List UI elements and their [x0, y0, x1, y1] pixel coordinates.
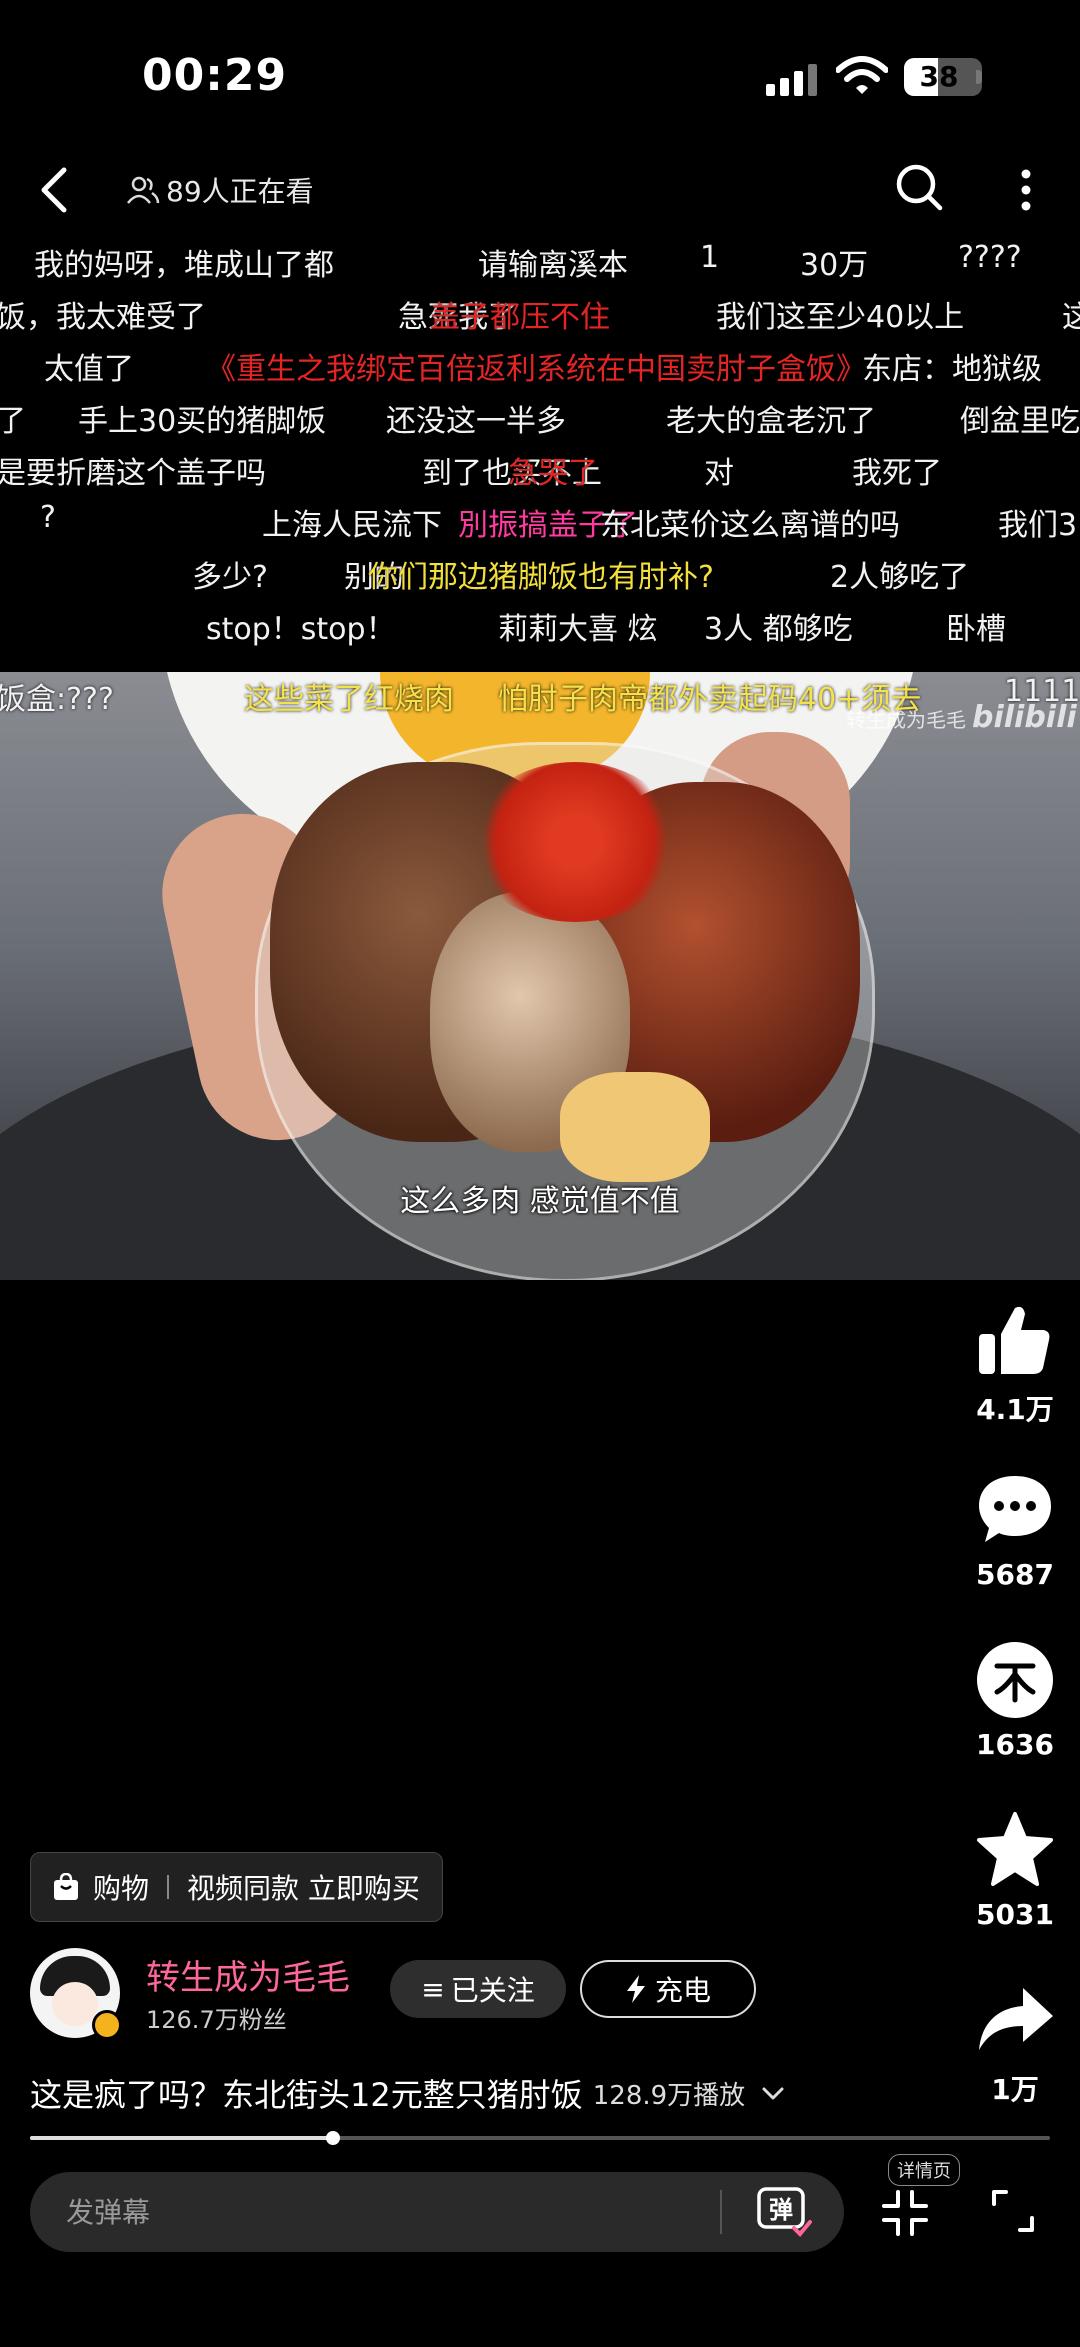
shopping-divider: [167, 1875, 170, 1899]
danmaku-comment: 盖子都压不住: [430, 300, 610, 335]
search-icon[interactable]: [892, 158, 948, 218]
progress-fill: [30, 2136, 333, 2140]
danmaku-comment: 是要折磨这个盖子吗: [0, 456, 266, 491]
shopping-tag[interactable]: 购物 视频同款 立即购买: [30, 1852, 443, 1922]
fullscreen-icon[interactable]: [990, 2188, 1036, 2234]
coin-button[interactable]: 1636: [960, 1640, 1070, 1761]
menu-lines-icon: ≡: [421, 1972, 445, 2006]
danmaku-comment: 2人够吃了: [830, 560, 970, 595]
play-count: 128.9万播放: [592, 2080, 746, 2111]
comment-count: 5687: [976, 1558, 1054, 1591]
battery-icon: 38: [904, 58, 982, 96]
people-icon: [127, 176, 160, 204]
comment-button[interactable]: 5687: [960, 1470, 1070, 1591]
uploader-fans: 126.7万粉丝: [146, 2006, 287, 2034]
svg-text:弹: 弹: [769, 2196, 793, 2224]
bilibili-logo: bilibili: [972, 700, 1077, 735]
share-arrow-icon: [979, 1988, 1053, 2050]
video-subtitle: 这么多肉 感觉值不值: [400, 1184, 680, 1219]
progress-handle[interactable]: [325, 2131, 340, 2145]
following-label: 已关注: [450, 1974, 535, 2007]
danmaku-comment: 请输离溪本: [478, 248, 628, 283]
video-title-row[interactable]: 这是疯了吗？东北街头12元整只猪肘饭 128.9万播放: [30, 2068, 1030, 2118]
danmaku-comment: 我们3: [998, 508, 1078, 543]
danmaku-comment: ????: [958, 240, 1022, 275]
danmaku-comment: 1: [700, 240, 720, 275]
danmaku-comment: ?: [40, 500, 56, 535]
danmaku-comment: 我的妈呀，堆成山了都: [34, 248, 334, 283]
like-button[interactable]: 4.1万: [960, 1300, 1070, 1428]
more-options-icon[interactable]: [1010, 160, 1042, 220]
danmaku-comment: 3人 都够吃: [704, 612, 853, 647]
danmaku-overlay: 我的妈呀，堆成山了都 请输离溪本 1 30万???? 饭，我太难受了 急死我了 盖子都压不住…: [0, 240, 1080, 670]
detail-page-badge[interactable]: 详情页: [888, 2154, 960, 2186]
battery-level: 38: [919, 60, 959, 93]
danmaku-comment: 急哭了: [508, 456, 598, 491]
charge-button[interactable]: 充电: [580, 1960, 756, 2018]
danmaku-comment: 东北菜价这么离谱的吗: [600, 508, 900, 543]
video-egg: [560, 1072, 710, 1182]
favorite-button[interactable]: 5031: [960, 1810, 1070, 1931]
status-time: 00:29: [142, 50, 288, 101]
danmaku-comment: 你们那边猪脚饭也有肘补?: [368, 560, 714, 595]
input-divider: [720, 2190, 722, 2234]
shopping-bag-icon: [54, 1873, 78, 1900]
danmaku-comment: 老大的盒老沉了: [666, 404, 876, 439]
danmaku-comment: 饭，我太难受了: [0, 300, 206, 335]
charge-label: 充电: [654, 1974, 711, 2007]
danmaku-comment: 太值了: [44, 352, 134, 387]
danmaku-comment: 还没这一半多: [386, 404, 566, 439]
minimize-icon[interactable]: [880, 2188, 930, 2238]
danmaku-toggle-icon[interactable]: 弹: [756, 2186, 812, 2238]
danmaku-comment: 对: [704, 456, 734, 491]
danmaku-comment: 卧槽: [946, 612, 1006, 647]
danmaku-comment: 手上30买的猪脚饭: [78, 404, 327, 439]
back-arrow-icon[interactable]: [30, 162, 80, 218]
video-chili-topping: [470, 762, 680, 922]
thumbs-up-icon: [979, 1306, 1050, 1374]
cellular-signal-icon: [766, 64, 817, 96]
uploader-name[interactable]: 转生成为毛毛: [146, 1950, 350, 1999]
danmaku-comment: 倒盆里吃: [960, 404, 1080, 439]
lightning-icon: [626, 1975, 645, 2003]
star-icon: [977, 1812, 1053, 1886]
status-bar: 00:29 38: [0, 0, 1080, 150]
top-nav: 89人正在看: [0, 150, 1080, 230]
coin-icon: [977, 1642, 1053, 1718]
danmaku-comment: 我死了: [852, 456, 942, 491]
favorite-count: 5031: [976, 1898, 1054, 1931]
danmaku-comment: 我们这至少40以上: [716, 300, 965, 335]
watermark-author: 转生成为毛毛: [846, 708, 966, 732]
verified-badge-icon: [92, 2010, 122, 2040]
shopping-cta: 视频同款 立即购买: [187, 1872, 420, 1905]
live-viewers: 89人正在看: [126, 168, 314, 212]
coin-count: 1636: [976, 1728, 1054, 1761]
wifi-icon: [836, 56, 888, 94]
shopping-label: 购物: [93, 1872, 150, 1905]
danmaku-comment: 《重生之我绑定百倍返利系统在中国卖肘子盒饭》: [206, 352, 866, 387]
uploader-row: 转生成为毛毛 126.7万粉丝 ≡ 已关注 充电: [30, 1942, 770, 2042]
danmaku-comment: 上海人民流下: [262, 508, 442, 543]
danmaku-comment: 了: [0, 404, 26, 439]
danmaku-comment: 东店：地狱级: [862, 352, 1042, 387]
danmaku-input[interactable]: [66, 2172, 706, 2252]
video-title: 这是疯了吗？东北街头12元整只猪肘饭: [30, 2076, 583, 2114]
video-danmaku-comment: 这些菜了红烧肉: [244, 682, 454, 717]
danmaku-comment: 多少?: [192, 560, 268, 595]
danmaku-comment: 莉莉大喜 炫: [498, 612, 658, 647]
danmaku-comment: 30万: [800, 248, 869, 283]
viewers-count: 89人正在看: [166, 175, 314, 208]
video-danmaku-comment: 饭盒:???: [0, 682, 114, 717]
danmaku-input-box: 弹: [30, 2172, 844, 2252]
like-count: 4.1万: [976, 1393, 1054, 1426]
video-watermark: 转生成为毛毛 bilibili: [846, 700, 1077, 735]
chevron-down-icon[interactable]: [759, 2079, 787, 2107]
progress-bar[interactable]: [30, 2131, 1050, 2145]
following-button[interactable]: ≡ 已关注: [390, 1960, 566, 2018]
comment-bubble-icon: [979, 1476, 1051, 1542]
danmaku-comment: stop！stop！: [206, 612, 396, 647]
danmaku-comment: 这: [1062, 300, 1080, 335]
